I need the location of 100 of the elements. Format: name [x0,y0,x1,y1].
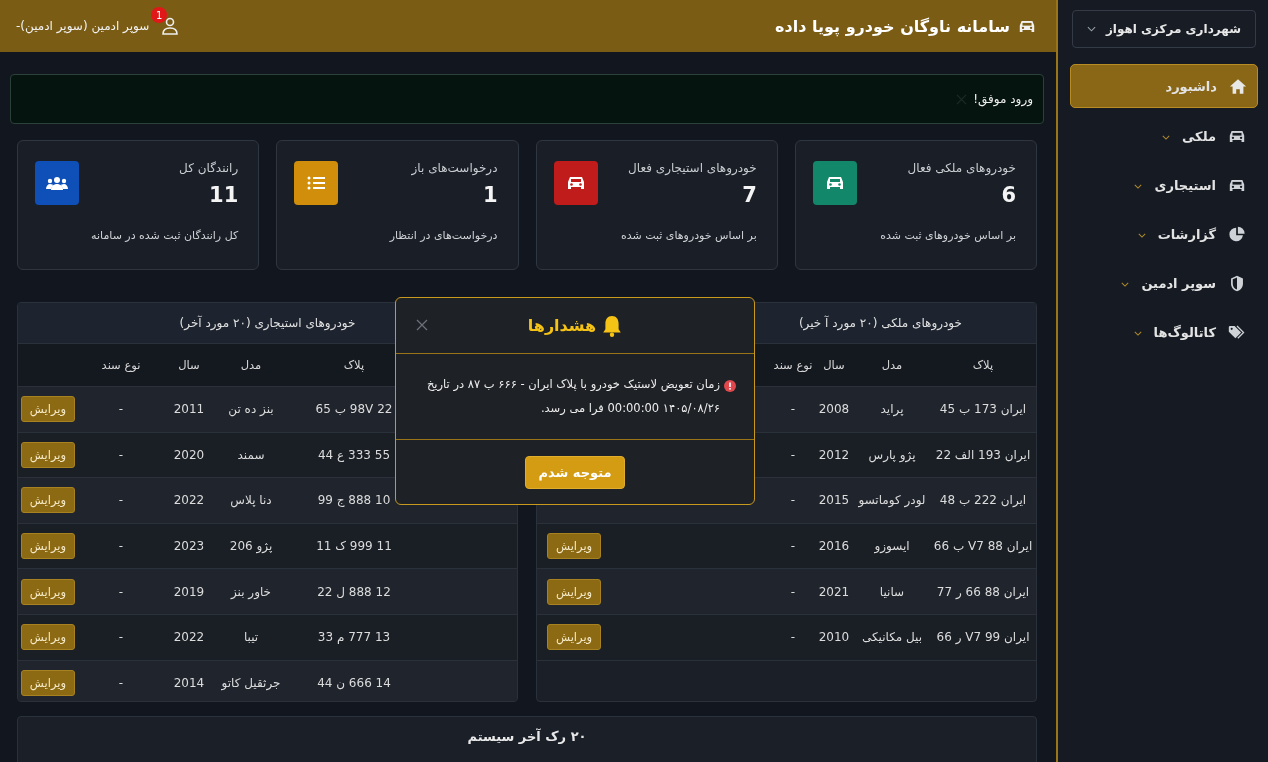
table-cell-text: 10 888 ج 99 [316,493,392,508]
table-cell-text: - [117,675,125,690]
list-icon [307,176,326,190]
stat-note: درخواست‌های در انتظار [388,229,498,242]
stat-note: بر اساس خودروهای ثبت شده [879,229,1016,242]
table-cell-text: جرثقیل کاتو [220,675,282,690]
stat-value: 1 [481,183,498,207]
table-cell-text: - [117,539,125,554]
stat-note: کل رانندگان ثبت شده در سامانه [90,229,239,242]
edit-button[interactable]: ویرایش [20,533,75,560]
table-cell-text: 2016 [817,539,851,554]
table-cell-text: - [117,584,125,599]
table-cell-text: ایران 222 ب 48 [938,493,1028,508]
table-cell-text: 2015 [817,493,851,508]
table-cell-text: - [789,447,797,462]
table-cell-text: ایسوزو [873,539,911,554]
car-icon [824,175,845,191]
table-cell-text: 2012 [817,447,851,462]
table-cell-text: - [789,493,797,508]
table-cell-text: 2022 [172,630,206,645]
home-icon [1229,77,1247,95]
chevron-down-icon [1134,183,1143,189]
table-cell-text: - [117,402,125,417]
alert-message: ورود موفق! [973,92,1033,106]
edit-button[interactable]: ویرایش [547,624,602,651]
edit-button[interactable]: ویرایش [20,578,75,605]
stat-value: 11 [208,183,239,207]
organization-select[interactable]: شهرداری مرکزی اهواز [1072,10,1256,48]
nav-item[interactable]: داشبورد [1070,64,1258,108]
table-cell-text: پراید [879,402,905,417]
table-cell-text: خاور بنز [229,584,273,599]
table-cell-text: دنا پلاس [229,493,273,508]
edit-button[interactable]: ویرایش [20,487,75,514]
card-title: ۲۰ رک آخر سیستم [467,729,587,746]
table-cell-text: 12 888 ل 22 [316,584,392,599]
column-header: پلاک [342,358,366,372]
close-icon[interactable] [416,319,428,331]
nav-item[interactable]: سوپر ادمین [1072,262,1256,304]
nav-item[interactable]: ملکی [1072,115,1256,157]
table-cell-text: 22 98V ب 65 [314,402,394,417]
car-icon [1018,18,1036,34]
column-header: نوع سند [100,358,142,372]
column-header: پلاک [971,358,995,372]
edit-button[interactable]: ویرایش [20,396,75,423]
column-header: مدل [239,358,263,372]
table-cell-text: 13 777 م 33 [316,630,392,645]
column-header: نوع سند [772,358,814,372]
table-cell-text: 2020 [172,447,206,462]
table-cell-text: پژو 206 [228,539,274,554]
warning-icon [724,380,736,392]
bell-icon [602,314,623,337]
table-cell-text: لودر کوماتسو [857,493,927,508]
chevron-down-icon [1087,26,1096,32]
edit-button[interactable]: ویرایش [20,669,75,696]
table-cell-text: - [117,493,125,508]
table-cell-text: - [117,630,125,645]
table-cell-text: پژو پارس [867,447,917,462]
table-cell-text: 2022 [172,493,206,508]
table-cell-text: 11 999 ک 11 [315,539,393,554]
users-icon [46,176,68,190]
table-cell-text: تیبا [242,630,260,645]
stat-value: 7 [741,183,757,207]
edit-button[interactable]: ویرایش [20,441,75,468]
edit-button[interactable]: ویرایش [547,533,602,560]
table-cell-text: 2010 [817,630,851,645]
stat-note: بر اساس خودروهای ثبت شده [619,229,757,242]
stat-title: رانندگان کل [179,161,239,175]
table-cell-text: سانیا [878,584,906,599]
shield-icon [1228,274,1246,292]
acknowledge-button[interactable]: متوجه شدم [525,455,625,489]
table-cell-text: 2014 [172,675,206,690]
chevron-down-icon [1137,232,1146,238]
nav-item[interactable]: گزارشات [1072,213,1256,255]
table-cell-text: بنز ده تن [227,402,275,417]
table-cell-text: ایران 88 V7 ب 66 [932,539,1034,554]
table-cell-text: - [789,402,797,417]
app-title: سامانه ناوگان خودرو پویا داده [775,16,1010,36]
table-cell-text: 2023 [172,539,206,554]
stat-title: درخواست‌های باز [411,161,498,175]
tags-icon [1228,323,1246,341]
chevron-down-icon [1133,330,1142,336]
nav-item[interactable]: کاتالوگ‌ها [1072,311,1256,353]
table-cell-text: - [789,539,797,554]
edit-button[interactable]: ویرایش [20,624,75,651]
user-name: سوپر ادمین (سوپر ادمین)- [16,19,150,33]
user-icon[interactable] [161,17,180,35]
stat-title: خودروهای استیجاری فعال [628,161,757,175]
alert-message: زمان تعویض لاستیک خودرو با پلاک ایران - ۶۶۶ ب ۸۷ در تاریخ ۱۴۰۵/۰۸/۲۶ 00:00:00 فرا می رسد. [425,376,720,417]
table-cell-text: - [789,584,797,599]
table-cell-text: 2019 [172,584,206,599]
chevron-down-icon [1121,281,1130,287]
edit-button[interactable]: ویرایش [547,578,602,605]
column-header: مدل [880,358,904,372]
notification-badge: 1 [151,7,168,23]
table-cell-text: 55 333 ع 44 [316,447,392,462]
table-cell-text: ایران 193 الف 22 [934,447,1032,462]
nav-item[interactable]: استیجاری [1072,164,1256,206]
table-cell-text: ایران 88 66 ر 77 [935,584,1031,599]
table-cell-text: بیل مکانیکی [860,630,924,645]
car-icon [565,175,586,191]
